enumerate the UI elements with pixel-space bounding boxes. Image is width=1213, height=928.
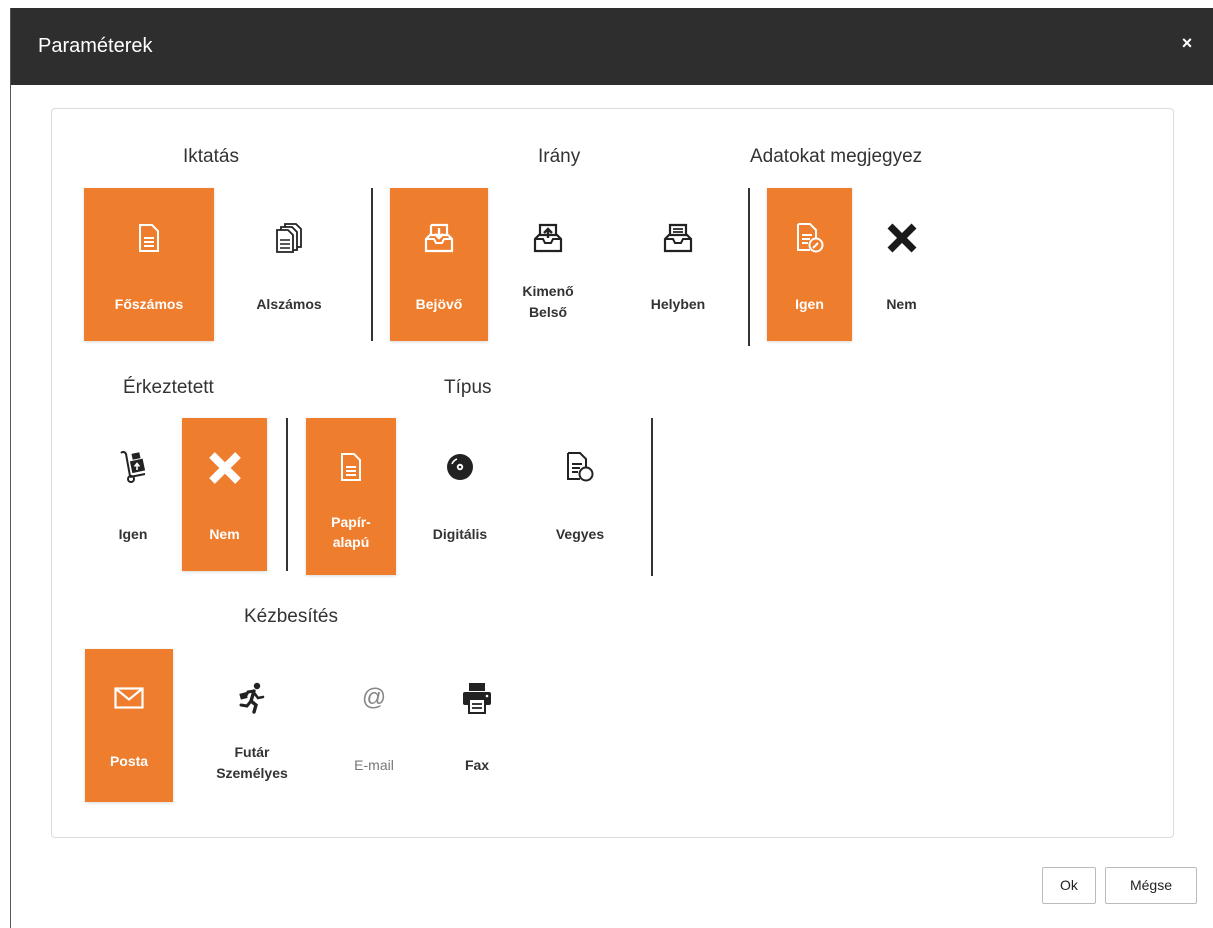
option-erkeztetett-igen[interactable]: Igen xyxy=(92,418,174,571)
group-title-adatok: Adatokat megjegyez xyxy=(750,146,923,167)
parameters-panel: Iktatás Irány Adatokat megjegyez Főszámo… xyxy=(51,108,1174,838)
inbox-doc-icon xyxy=(628,219,728,257)
option-alszamos[interactable]: Alszámos xyxy=(224,188,354,341)
printer-icon xyxy=(432,679,522,717)
x-icon xyxy=(859,219,944,257)
group-title-tipus: Típus xyxy=(444,377,492,398)
option-foszamos[interactable]: Főszámos xyxy=(84,188,214,341)
group-separator xyxy=(286,418,288,571)
option-fax[interactable]: Fax xyxy=(432,649,522,802)
option-email[interactable]: @ E-mail xyxy=(324,649,424,802)
option-digitalis[interactable]: Digitális xyxy=(410,418,510,571)
option-label: Helyben xyxy=(650,296,706,312)
option-label: Igen xyxy=(795,296,824,312)
option-label-line1: Kimenő xyxy=(522,283,574,299)
disc-icon xyxy=(410,448,510,486)
option-helyben[interactable]: Helyben xyxy=(628,188,728,341)
document-disc-icon xyxy=(530,448,630,486)
option-label: Nem xyxy=(209,526,240,542)
option-adatok-nem[interactable]: Nem xyxy=(859,188,944,341)
option-bejovo[interactable]: Bejövő xyxy=(390,188,488,341)
runner-icon xyxy=(202,679,302,717)
document-icon xyxy=(306,448,396,486)
at-icon: @ xyxy=(361,684,387,711)
option-erkeztetett-nem[interactable]: Nem xyxy=(182,418,267,571)
option-futar-szemelyes[interactable]: Futár Személyes xyxy=(202,649,302,802)
option-label: Vegyes xyxy=(555,526,605,542)
option-label: Posta xyxy=(109,753,149,769)
cancel-button[interactable]: Mégse xyxy=(1105,867,1197,904)
option-vegyes[interactable]: Vegyes xyxy=(530,418,630,571)
group-separator xyxy=(651,418,653,576)
envelope-icon xyxy=(85,679,173,717)
group-separator xyxy=(748,188,750,346)
hand-truck-icon xyxy=(92,448,174,486)
group-title-kezbesites: Kézbesítés xyxy=(244,606,338,627)
dialog-title: Paraméterek xyxy=(38,35,153,57)
close-icon[interactable]: × xyxy=(1179,31,1195,55)
document-edit-icon xyxy=(767,219,852,257)
option-adatok-igen[interactable]: Igen xyxy=(767,188,852,341)
option-label-line2: Személyes xyxy=(216,765,288,781)
group-title-iktatas: Iktatás xyxy=(183,146,239,167)
option-label-line2: Belső xyxy=(528,304,568,320)
option-label: Digitális xyxy=(432,526,488,542)
option-label: Alszámos xyxy=(256,296,322,312)
option-kimeno-belso[interactable]: Kimenő Belső xyxy=(498,188,598,341)
documents-stack-icon xyxy=(224,220,354,256)
parameters-dialog: Paraméterek × Iktatás Irány Adatokat meg… xyxy=(10,8,1213,928)
option-label: Főszámos xyxy=(114,296,184,312)
option-label: Nem xyxy=(886,296,917,312)
document-icon xyxy=(84,220,214,256)
option-label-line2: alapú xyxy=(332,534,370,550)
group-title-erkeztetett: Érkeztetett xyxy=(123,377,214,398)
inbox-out-icon xyxy=(498,219,598,257)
option-label: E-mail xyxy=(354,757,394,773)
option-label: Igen xyxy=(118,526,148,542)
group-separator xyxy=(371,188,373,341)
group-title-irany: Irány xyxy=(538,146,581,167)
ok-button[interactable]: Ok xyxy=(1042,867,1096,904)
option-papir-alapu[interactable]: Papír- alapú xyxy=(306,418,396,575)
option-label: Fax xyxy=(464,757,490,773)
inbox-in-icon xyxy=(390,219,488,257)
option-posta[interactable]: Posta xyxy=(85,649,173,802)
option-label-line1: Futár xyxy=(234,744,270,760)
dialog-titlebar: Paraméterek × xyxy=(11,8,1213,85)
x-icon xyxy=(182,448,267,488)
option-label: Bejövő xyxy=(415,296,463,312)
option-label-line1: Papír- xyxy=(331,514,371,530)
